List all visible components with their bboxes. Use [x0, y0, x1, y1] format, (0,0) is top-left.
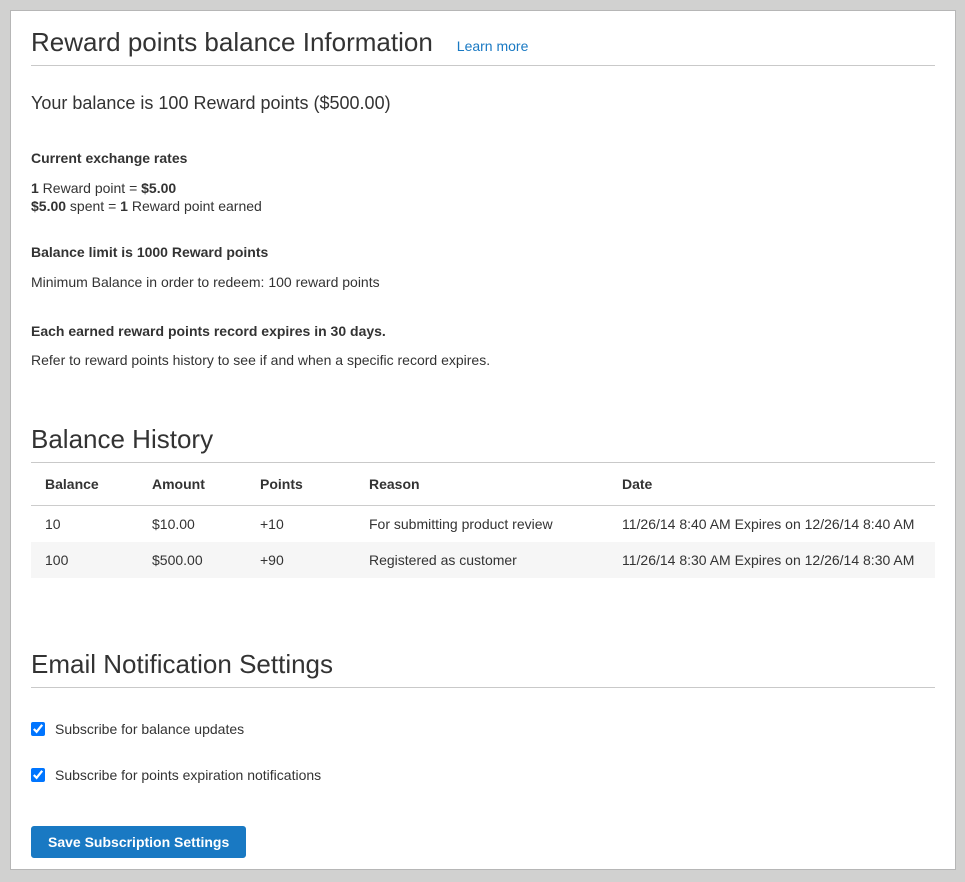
balance-limit-text: Balance limit is 1000 Reward points: [31, 243, 935, 261]
rate2-amount: $5.00: [31, 198, 66, 214]
cell-balance: 10: [31, 506, 138, 543]
learn-more-link[interactable]: Learn more: [457, 38, 529, 54]
rate2-points: 1: [120, 198, 128, 214]
points-expiration-checkbox-row[interactable]: Subscribe for points expiration notifica…: [31, 767, 935, 783]
expiration-note-text: Refer to reward points history to see if…: [31, 351, 935, 369]
column-header-date: Date: [608, 463, 935, 506]
table-header-row: Balance Amount Points Reason Date: [31, 463, 935, 506]
rate1-amount: $5.00: [141, 180, 176, 196]
exchange-rates-block: 1 Reward point = $5.00 $5.00 spent = 1 R…: [31, 179, 935, 215]
table-row: 10 $10.00 +10 For submitting product rev…: [31, 506, 935, 543]
balance-summary: Your balance is 100 Reward points ($500.…: [31, 92, 935, 114]
points-expiration-label: Subscribe for points expiration notifica…: [55, 767, 321, 783]
table-row: 100 $500.00 +90 Registered as customer 1…: [31, 542, 935, 578]
cell-points: +10: [246, 506, 355, 543]
column-header-amount: Amount: [138, 463, 246, 506]
balance-history-table: Balance Amount Points Reason Date 10 $10…: [31, 463, 935, 578]
cell-date: 11/26/14 8:30 AM Expires on 12/26/14 8:3…: [608, 542, 935, 578]
cell-amount: $10.00: [138, 506, 246, 543]
page-header: Reward points balance Information Learn …: [31, 26, 935, 58]
balance-updates-checkbox-row[interactable]: Subscribe for balance updates: [31, 721, 935, 737]
balance-updates-label: Subscribe for balance updates: [55, 721, 244, 737]
email-settings-title: Email Notification Settings: [31, 648, 935, 680]
rate1-text: Reward point =: [39, 180, 141, 196]
rate2-text1: spent =: [66, 198, 120, 214]
page-title: Reward points balance Information: [31, 26, 433, 58]
cell-reason: Registered as customer: [355, 542, 608, 578]
rate2-text2: Reward point earned: [128, 198, 262, 214]
email-settings-divider: [31, 687, 935, 688]
expiration-policy-text: Each earned reward points record expires…: [31, 322, 935, 340]
balance-history-title: Balance History: [31, 423, 935, 455]
cell-amount: $500.00: [138, 542, 246, 578]
cell-balance: 100: [31, 542, 138, 578]
rate1-points: 1: [31, 180, 39, 196]
column-header-points: Points: [246, 463, 355, 506]
exchange-rate-line-1: 1 Reward point = $5.00: [31, 179, 935, 197]
cell-date: 11/26/14 8:40 AM Expires on 12/26/14 8:4…: [608, 506, 935, 543]
reward-info-card: Reward points balance Information Learn …: [10, 10, 956, 870]
balance-updates-checkbox[interactable]: [31, 722, 45, 736]
cell-reason: For submitting product review: [355, 506, 608, 543]
exchange-rates-heading: Current exchange rates: [31, 149, 935, 167]
column-header-balance: Balance: [31, 463, 138, 506]
cell-points: +90: [246, 542, 355, 578]
column-header-reason: Reason: [355, 463, 608, 506]
header-divider: [31, 65, 935, 66]
exchange-rate-line-2: $5.00 spent = 1 Reward point earned: [31, 197, 935, 215]
minimum-balance-text: Minimum Balance in order to redeem: 100 …: [31, 273, 935, 291]
save-subscription-settings-button[interactable]: Save Subscription Settings: [31, 826, 246, 858]
points-expiration-checkbox[interactable]: [31, 768, 45, 782]
